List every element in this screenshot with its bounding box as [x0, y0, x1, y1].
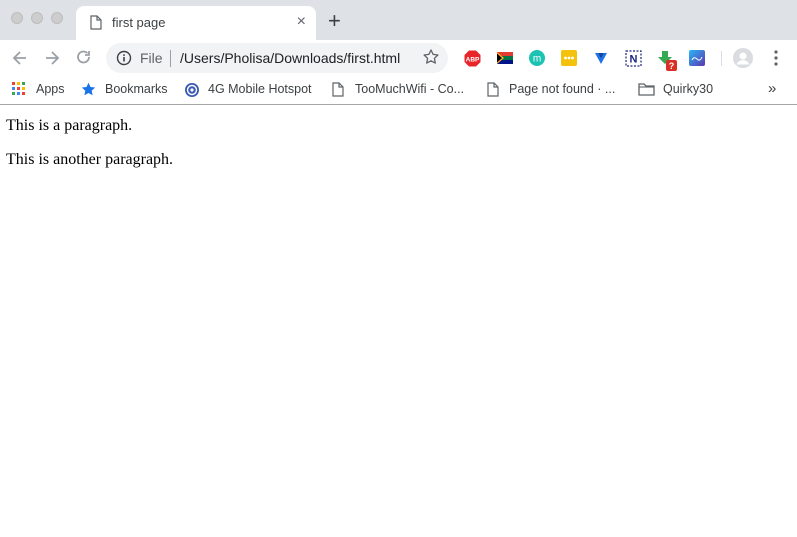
adblock-plus-icon[interactable]: ABP: [464, 50, 481, 67]
toolbar-divider: [721, 51, 722, 66]
close-tab-icon[interactable]: ×: [297, 14, 306, 30]
url-text[interactable]: /Users/Pholisa/Downloads/first.html: [180, 50, 412, 66]
minimize-window-button[interactable]: [31, 12, 43, 24]
extension-m-icon[interactable]: m: [529, 50, 545, 66]
url-value: /Users/Pholisa/Downloads/first.html: [180, 50, 401, 66]
profile-avatar-icon[interactable]: [733, 48, 753, 68]
bookmarks-overflow-chevron-icon[interactable]: »: [768, 80, 776, 97]
svg-text:ABP: ABP: [466, 56, 480, 63]
tab-title: first page: [112, 15, 166, 30]
south-africa-flag-icon[interactable]: [497, 50, 513, 66]
apps-grid-icon: [12, 82, 26, 99]
info-icon[interactable]: [116, 50, 132, 71]
bookmarks-bar: Apps Bookmarks 4G Mobile Hotspot TooMuch…: [0, 76, 797, 105]
forward-arrow-icon[interactable]: [42, 48, 62, 68]
hotspot-globe-icon: [184, 82, 200, 101]
star-icon: [81, 82, 96, 100]
page-icon: [90, 15, 102, 35]
bookmark-label: Apps: [36, 82, 65, 96]
toolbar: File /Users/Pholisa/Downloads/first.html…: [0, 40, 797, 76]
new-tab-button[interactable]: +: [328, 10, 341, 32]
svg-text:m: m: [533, 54, 541, 65]
download-badge-icon[interactable]: ?: [657, 50, 677, 71]
folder-icon: [638, 82, 655, 99]
bookmark-label: Page not found · ...: [509, 82, 616, 96]
extension-dots-icon[interactable]: [561, 50, 577, 66]
tab-strip: first page × +: [0, 0, 797, 40]
extension-v-icon[interactable]: [593, 50, 609, 66]
reload-icon[interactable]: [74, 48, 94, 68]
close-window-button[interactable]: [11, 12, 23, 24]
url-scheme-label: File: [140, 50, 163, 66]
omnibox-divider: [170, 50, 171, 67]
page-content: This is a paragraph. This is another par…: [0, 105, 797, 537]
zoom-window-button[interactable]: [51, 12, 63, 24]
extension-n-icon[interactable]: N: [625, 50, 642, 67]
bookmark-star-icon[interactable]: [422, 48, 440, 71]
bookmark-label: Bookmarks: [105, 82, 168, 96]
paragraph-2: This is another paragraph.: [6, 151, 174, 168]
back-arrow-icon[interactable]: [10, 48, 30, 68]
menu-kebab-icon[interactable]: [768, 49, 784, 66]
bookmark-label: 4G Mobile Hotspot: [208, 82, 312, 96]
svg-text:?: ?: [669, 61, 675, 71]
extension-blue-icon[interactable]: [689, 50, 705, 66]
page-icon: [487, 82, 499, 100]
bookmark-label: TooMuchWifi - Co...: [355, 82, 465, 96]
address-bar[interactable]: File /Users/Pholisa/Downloads/first.html: [106, 43, 448, 73]
svg-text:N: N: [630, 54, 638, 66]
paragraph-1: This is a paragraph.: [6, 117, 133, 134]
tab-first-page[interactable]: first page ×: [76, 6, 316, 40]
bookmark-label: Quirky30: [663, 82, 714, 96]
page-icon: [332, 82, 344, 100]
